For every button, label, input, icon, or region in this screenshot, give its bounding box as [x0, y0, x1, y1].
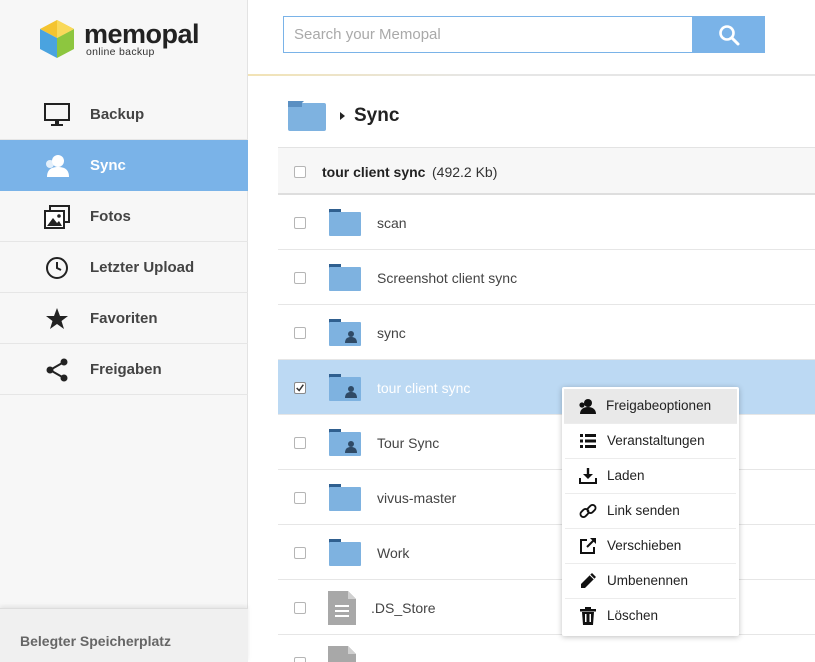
folder-icon — [329, 264, 361, 291]
menu-item-label: Laden — [607, 468, 645, 483]
file-name: scan — [377, 215, 407, 231]
menu-item-label: Link senden — [607, 503, 680, 518]
sidebar-item-favoriten[interactable]: Favoriten — [0, 293, 248, 344]
folder-icon — [329, 539, 361, 566]
shared-folder-icon — [329, 319, 361, 346]
move-icon — [579, 537, 597, 555]
sidebar-item-label: Favoriten — [90, 309, 158, 327]
document-icon — [328, 591, 356, 625]
sidebar: memopal online backup Backup Sync Fotos — [0, 0, 248, 662]
sidebar-item-freigaben[interactable]: Freigaben — [0, 344, 248, 395]
row-checkbox[interactable] — [294, 217, 306, 229]
brand-name: memopal — [84, 19, 200, 49]
breadcrumb: Sync — [288, 100, 399, 132]
monitor-icon — [44, 102, 70, 128]
row-checkbox[interactable] — [294, 437, 306, 449]
breadcrumb-current[interactable]: Sync — [354, 105, 399, 127]
menu-item-loeschen[interactable]: Löschen — [565, 599, 736, 634]
sidebar-item-label: Fotos — [90, 207, 131, 225]
sidebar-item-sync[interactable]: Sync — [0, 140, 248, 191]
breadcrumb-separator-icon — [340, 112, 345, 120]
row-checkbox[interactable] — [294, 602, 306, 614]
file-name: sync — [377, 325, 406, 341]
table-row[interactable]: Screenshot client sync — [278, 250, 815, 305]
row-checkbox[interactable] — [294, 492, 306, 504]
file-name: vivus-master — [377, 490, 457, 506]
select-all-checkbox[interactable] — [294, 166, 306, 178]
menu-item-freigabeoptionen[interactable]: Freigabeoptionen — [564, 389, 737, 424]
menu-item-label: Verschieben — [607, 538, 682, 553]
download-icon — [579, 467, 597, 485]
menu-item-veranstaltungen[interactable]: Veranstaltungen — [565, 424, 736, 459]
file-name: tour client sync — [377, 380, 471, 396]
list-icon — [579, 432, 597, 450]
menu-item-label: Umbenennen — [607, 573, 689, 588]
menu-item-label: Löschen — [607, 608, 659, 623]
link-icon — [579, 502, 597, 520]
brand-tagline: online backup — [86, 46, 155, 58]
search-bar — [283, 16, 765, 53]
table-row-partial[interactable] — [278, 635, 815, 662]
row-checkbox[interactable] — [294, 272, 306, 284]
list-header: tour client sync (492.2 Kb) — [278, 147, 815, 195]
sidebar-item-label: Freigaben — [90, 360, 162, 378]
sidebar-item-fotos[interactable]: Fotos — [0, 191, 248, 242]
memopal-logo[interactable]: memopal online backup — [40, 20, 210, 62]
shared-folder-icon — [329, 429, 361, 456]
menu-item-verschieben[interactable]: Verschieben — [565, 529, 736, 564]
clock-icon — [44, 255, 70, 281]
folder-icon — [329, 209, 361, 236]
table-row[interactable]: scan — [278, 195, 815, 250]
menu-item-label: Veranstaltungen — [607, 433, 705, 448]
document-icon — [328, 646, 356, 662]
file-name: .DS_Store — [371, 600, 436, 616]
folder-icon — [288, 101, 326, 131]
trash-icon — [579, 607, 597, 625]
search-icon — [718, 24, 739, 45]
shared-folder-icon — [329, 374, 361, 401]
user-share-icon — [578, 397, 596, 415]
sidebar-item-label: Letzter Upload — [90, 258, 195, 276]
row-checkbox[interactable] — [294, 657, 306, 662]
file-name: Tour Sync — [377, 435, 440, 451]
file-name: Work — [377, 545, 410, 561]
star-icon — [44, 306, 70, 332]
sidebar-item-backup[interactable]: Backup — [0, 89, 248, 140]
row-checkbox[interactable] — [294, 327, 306, 339]
sidebar-item-letzter-upload[interactable]: Letzter Upload — [0, 242, 248, 293]
menu-item-label: Freigabeoptionen — [606, 398, 712, 413]
search-input[interactable] — [283, 16, 693, 53]
sidebar-item-label: Sync — [90, 156, 126, 174]
user-icon — [44, 153, 70, 179]
folder-icon — [329, 484, 361, 511]
storage-usage[interactable]: Belegter Speicherplatz — [0, 608, 248, 662]
pencil-icon — [579, 572, 597, 590]
file-name: Screenshot client sync — [377, 270, 518, 286]
menu-item-laden[interactable]: Laden — [565, 459, 736, 494]
header-divider — [248, 74, 815, 76]
row-checkbox[interactable] — [294, 547, 306, 559]
table-row[interactable]: sync — [278, 305, 815, 360]
row-checkbox-checked[interactable] — [294, 382, 306, 394]
header-folder-size: (492.2 Kb) — [432, 164, 498, 180]
search-button[interactable] — [692, 16, 765, 53]
menu-item-link-senden[interactable]: Link senden — [565, 494, 736, 529]
context-menu: Freigabeoptionen Veranstaltungen Laden L… — [562, 387, 739, 636]
share-icon — [44, 357, 70, 383]
sidebar-item-label: Backup — [90, 105, 145, 123]
cube-logo-icon — [40, 20, 74, 58]
menu-item-umbenennen[interactable]: Umbenennen — [565, 564, 736, 599]
header-folder-name: tour client sync — [322, 164, 426, 180]
storage-label: Belegter Speicherplatz — [20, 633, 171, 649]
photos-icon — [44, 204, 70, 230]
sidebar-nav: Backup Sync Fotos Letzter Upload Favorit… — [0, 89, 248, 395]
